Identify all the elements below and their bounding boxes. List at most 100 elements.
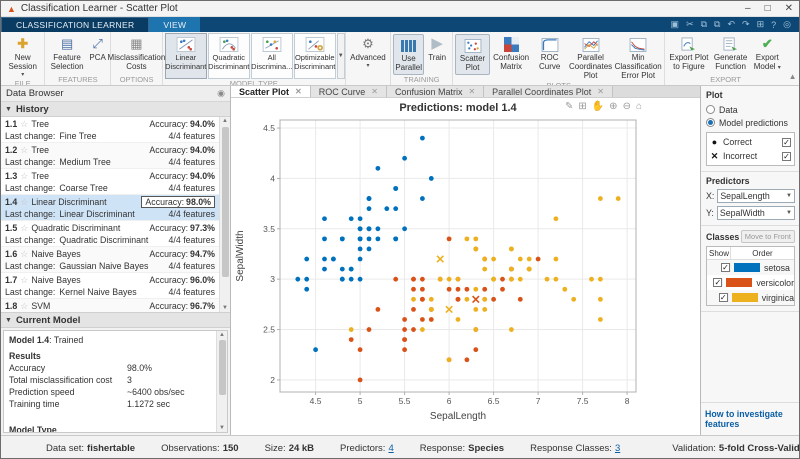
history-scrollbar[interactable]: ▲ ▼ [219,117,230,312]
history-item-1.4[interactable]: 1.4☆Linear DiscriminantAccuracy:98.0%Las… [1,195,219,221]
pca-button[interactable]: ⤢ PCA [87,34,109,64]
data-point-setosa[interactable] [358,247,363,252]
close-tab-icon[interactable]: ✕ [295,87,302,96]
layout-icon[interactable]: ⊞ [578,101,586,112]
cut-icon[interactable]: ✂ [686,19,694,30]
data-point-setosa[interactable] [393,186,398,191]
scroll-down-icon[interactable]: ▼ [217,425,227,431]
data-point-virginica[interactable] [554,257,559,262]
panel-menu-icon[interactable]: ◉ [217,88,225,99]
data-point-virginica[interactable] [482,307,487,312]
data-point-setosa[interactable] [402,156,407,161]
data-point-virginica[interactable] [509,277,514,282]
data-point-virginica[interactable] [527,257,532,262]
data-point-virginica[interactable] [491,257,496,262]
data-point-virginica[interactable] [473,307,478,312]
history-item-1.1[interactable]: 1.1☆TreeAccuracy:94.0%Last change:Fine T… [1,117,219,143]
tab-classification-learner[interactable]: CLASSIFICATION LEARNER [1,17,149,32]
min-classification-error-plot-button[interactable]: Min Classification Error Plot [614,34,662,81]
data-point-setosa[interactable] [349,267,354,272]
data-point-setosa[interactable] [331,257,336,262]
data-point-virginica[interactable] [482,257,487,262]
y-predictor-select[interactable]: SepalWidth▼ [717,206,795,220]
data-point-virginica[interactable] [518,277,523,282]
data-point-setosa[interactable] [402,226,407,231]
data-point-virginica[interactable] [473,287,478,292]
undo-icon[interactable]: ↶ [727,19,735,30]
data-point-setosa[interactable] [304,287,309,292]
data-point-virginica[interactable] [616,196,621,201]
paste-icon[interactable]: ⧉ [714,19,720,30]
data-point-setosa[interactable] [367,206,372,211]
data-point-setosa[interactable] [358,257,363,262]
scatter-plot-button[interactable]: Scatter Plot [455,34,490,75]
confusion-matrix-button[interactable]: Confusion Matrix [490,34,532,73]
scroll-up-icon[interactable]: ▲ [220,118,230,124]
setosa-checkbox[interactable]: ✓ [721,263,730,272]
data-point-setosa[interactable] [304,257,309,262]
correct-checkbox[interactable]: ✓ [782,138,791,147]
data-point-setosa[interactable] [322,236,327,241]
data-point-setosa[interactable] [376,236,381,241]
data-point-setosa[interactable] [367,236,372,241]
data-point-virginica[interactable] [598,297,603,302]
maximize-icon[interactable]: □ [765,2,771,16]
data-point-setosa[interactable] [376,226,381,231]
data-point-versicolor[interactable] [402,347,407,352]
favorite-star-icon[interactable]: ☆ [20,301,28,312]
close-tab-icon[interactable]: ✕ [468,87,475,96]
close-tab-icon[interactable]: ✕ [371,87,378,96]
help-icon[interactable]: ? [771,20,776,30]
favorite-star-icon[interactable]: ☆ [20,145,28,156]
model-linear-discriminant-button[interactable]: Linear Discriminant [165,33,207,79]
data-point-virginica[interactable] [411,297,416,302]
data-point-setosa[interactable] [393,206,398,211]
data-point-versicolor[interactable] [411,277,416,282]
data-point-versicolor[interactable] [402,317,407,322]
data-point-virginica[interactable] [554,277,559,282]
data-point-versicolor[interactable] [456,297,461,302]
history-item-1.3[interactable]: 1.3☆TreeAccuracy:94.0%Last change:Coarse… [1,169,219,195]
data-point-virginica[interactable] [482,297,487,302]
export-model-button[interactable]: ✔ Export Model ▾ [750,34,784,73]
data-point-virginica[interactable] [562,287,567,292]
data-point-virginica[interactable] [429,297,434,302]
data-point-setosa[interactable] [420,136,425,141]
misclassified-point[interactable] [473,296,479,302]
new-session-button[interactable]: ✚ New Session▾ [3,34,42,79]
data-point-setosa[interactable] [349,216,354,221]
save-icon[interactable]: ▣ [671,19,680,30]
data-point-versicolor[interactable] [411,307,416,312]
history-item-1.2[interactable]: 1.2☆TreeAccuracy:94.0%Last change:Medium… [1,143,219,169]
model-optimizable-discriminant-button[interactable]: Optimizable Discriminant [294,33,336,79]
data-point-virginica[interactable] [518,257,523,262]
data-point-virginica[interactable] [473,327,478,332]
favorite-star-icon[interactable]: ☆ [20,171,28,182]
use-parallel-button[interactable]: Use Parallel [393,34,424,75]
data-point-versicolor[interactable] [482,287,487,292]
data-point-versicolor[interactable] [358,347,363,352]
export-plot-to-figure-button[interactable]: Export Plot to Figure [667,34,711,73]
copy-icon[interactable]: ⧉ [701,19,707,30]
history-section-header[interactable]: ▼ History [1,102,230,117]
data-point-versicolor[interactable] [420,287,425,292]
data-point-setosa[interactable] [340,267,345,272]
history-item-1.8[interactable]: 1.8☆SVMAccuracy:96.7% [1,299,219,313]
edit-plot-icon[interactable]: ✎ [565,101,573,112]
roc-curve-button[interactable]: ROC Curve [532,34,567,73]
data-point-virginica[interactable] [438,277,443,282]
model-gallery-dropdown[interactable]: ▼ [337,33,345,79]
data-point-versicolor[interactable] [465,287,470,292]
data-point-versicolor[interactable] [402,327,407,332]
favorite-star-icon[interactable]: ☆ [20,119,28,130]
x-predictor-select[interactable]: SepalLength▼ [717,189,795,203]
pan-icon[interactable]: ✋ [592,101,604,112]
data-point-versicolor[interactable] [420,297,425,302]
misclassified-point[interactable] [437,256,443,262]
data-point-virginica[interactable] [482,267,487,272]
parallel-coordinates-plot-button[interactable]: Parallel Coordinates Plot [567,34,614,81]
data-point-virginica[interactable] [465,236,470,241]
current-model-section-header[interactable]: ▼ Current Model [1,313,230,328]
minimize-icon[interactable]: – [745,2,751,16]
collapse-ribbon-icon[interactable]: ▲ [786,32,799,85]
